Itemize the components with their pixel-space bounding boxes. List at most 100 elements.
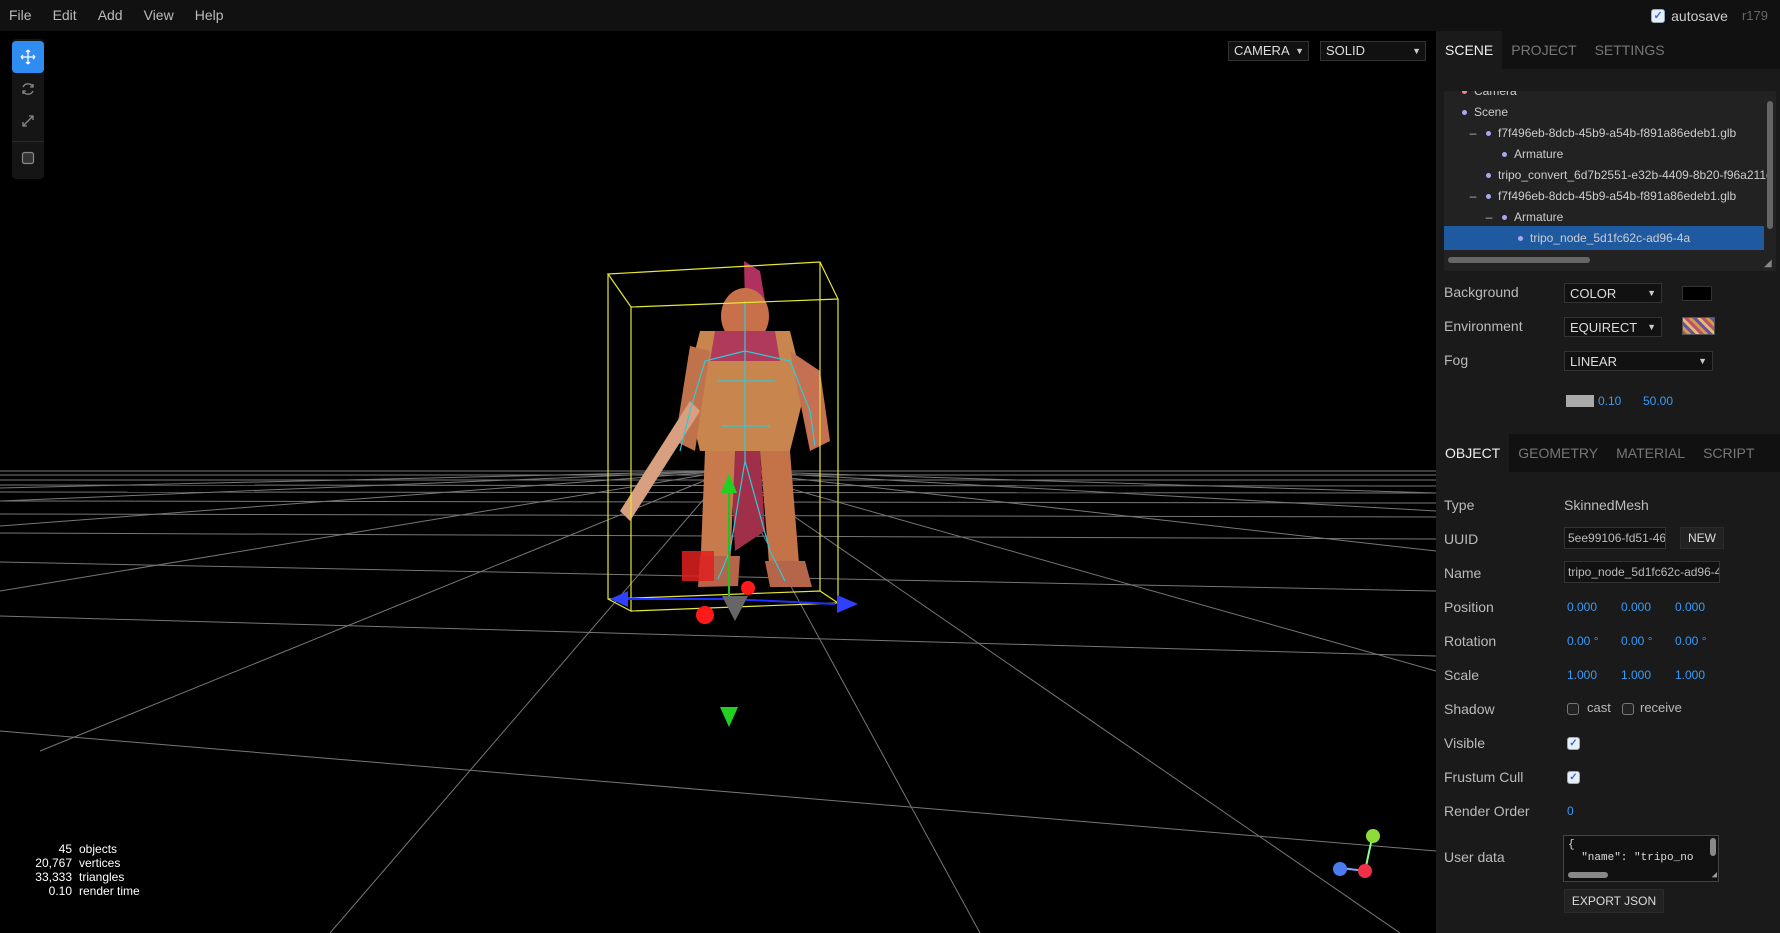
new-uuid-button[interactable]: NEW (1680, 527, 1724, 549)
user-data-text: { "name": "tripo_no (1568, 839, 1694, 864)
outliner-horizontal-scrollbar[interactable] (1448, 257, 1590, 263)
background-label: Background (1444, 284, 1519, 300)
chevron-down-icon: ▼ (1412, 46, 1421, 56)
position-label: Position (1444, 599, 1494, 615)
chevron-down-icon: ▼ (1698, 356, 1707, 366)
cast-shadow-checkbox[interactable] (1567, 703, 1579, 715)
info-objects: 45 objects (58, 842, 118, 856)
checkbox-icon (21, 151, 35, 164)
scale-x-input[interactable]: 1.000 (1567, 668, 1597, 682)
fog-near-input[interactable]: 0.10 (1598, 394, 1621, 408)
environment-map-thumbnail[interactable] (1682, 317, 1715, 335)
menubar: File Edit Add View Help ✓ autosave r179 (0, 0, 1780, 31)
scene-outliner[interactable]: Camera Scene – f7f496eb-8dcb-45b9-a54b-f891… (1444, 91, 1776, 271)
menu-help[interactable]: Help (185, 0, 235, 31)
chevron-down-icon: ▼ (1295, 46, 1304, 56)
rotate-tool[interactable] (12, 73, 44, 105)
translate-tool[interactable] (12, 41, 44, 73)
fog-select[interactable]: LINEAR ▼ (1564, 351, 1713, 371)
view-axis-helper[interactable] (1333, 829, 1380, 878)
sidebar-tabs: SCENE PROJECT SETTINGS (1436, 31, 1780, 69)
camera-select-value: CAMERA (1234, 43, 1290, 58)
uuid-label: UUID (1444, 531, 1479, 547)
render-info: 45 objects 20,767 vertices 33,333 triangles… (30, 842, 139, 898)
object-type-dot-icon (1518, 236, 1523, 241)
type-value: SkinnedMesh (1564, 497, 1649, 513)
tab-object[interactable]: OBJECT (1436, 434, 1510, 472)
scene-canvas[interactable] (0, 31, 1436, 933)
outliner-item-label: tripo_node_5d1fc62c-ad96-4a (1530, 231, 1691, 245)
tab-script[interactable]: SCRIPT (1694, 434, 1763, 472)
local-space-toggle[interactable] (12, 141, 44, 173)
receive-label: receive (1640, 700, 1682, 715)
menu-edit[interactable]: Edit (43, 0, 88, 31)
object-tabs: OBJECT GEOMETRY MATERIAL SCRIPT (1436, 434, 1780, 472)
object-type-dot-icon (1462, 91, 1467, 94)
receive-shadow-checkbox[interactable] (1622, 703, 1634, 715)
background-select[interactable]: COLOR ▼ (1564, 283, 1662, 303)
shadow-label: Shadow (1444, 701, 1495, 717)
scale-label: Scale (1444, 667, 1480, 683)
tab-settings[interactable]: SETTINGS (1586, 31, 1674, 69)
user-data-vertical-scrollbar[interactable] (1710, 838, 1716, 856)
scale-tool[interactable] (12, 105, 44, 137)
camera-select[interactable]: CAMERA ▼ (1228, 41, 1309, 61)
outliner-item[interactable]: tripo_node_5d1fc62c-ad96-4a (1444, 226, 1764, 250)
menu-file[interactable]: File (0, 0, 43, 31)
character-model[interactable] (620, 261, 830, 587)
uuid-field[interactable]: 5ee99106-fd51-465 (1564, 527, 1666, 549)
fog-select-value: LINEAR (1570, 353, 1617, 369)
autosave-checkbox[interactable]: ✓ (1651, 8, 1666, 23)
chevron-down-icon: ▼ (1647, 322, 1656, 332)
background-select-value: COLOR (1570, 285, 1617, 301)
scale-icon (22, 115, 34, 127)
background-color-swatch[interactable] (1682, 286, 1712, 301)
tab-project[interactable]: PROJECT (1502, 31, 1585, 69)
render-order-input[interactable]: 0 (1567, 804, 1574, 818)
name-label: Name (1444, 565, 1482, 581)
frustum-cull-checkbox[interactable]: ✓ (1567, 771, 1580, 784)
shading-select[interactable]: SOLID ▼ (1320, 41, 1426, 61)
fog-far-input[interactable]: 50.00 (1643, 394, 1673, 408)
tab-scene[interactable]: SCENE (1436, 31, 1503, 69)
position-z-input[interactable]: 0.000 (1675, 600, 1705, 614)
visible-label: Visible (1444, 735, 1485, 751)
viewport[interactable]: CAMERA ▼ SOLID ▼ 45 objects 20,767 vertices … (0, 31, 1436, 933)
rotation-z-input[interactable]: 0.00 ° (1675, 634, 1707, 648)
position-x-input[interactable]: 0.000 (1567, 600, 1597, 614)
name-field[interactable]: tripo_node_5d1fc62c-ad96-4 (1564, 561, 1720, 583)
scale-z-input[interactable]: 1.000 (1675, 668, 1705, 682)
fog-label: Fog (1444, 352, 1469, 368)
menubar-right: ✓ autosave r179 (1651, 0, 1768, 31)
environment-select-value: EQUIRECT (1570, 319, 1638, 335)
resize-handle-icon[interactable]: ◢ (1764, 259, 1775, 270)
position-y-input[interactable]: 0.000 (1621, 600, 1651, 614)
menu-view[interactable]: View (134, 0, 185, 31)
type-label: Type (1444, 497, 1475, 513)
rotation-y-input[interactable]: 0.00 ° (1621, 634, 1653, 648)
user-data-textarea[interactable]: { "name": "tripo_no ◢ (1563, 835, 1719, 882)
scale-y-input[interactable]: 1.000 (1621, 668, 1651, 682)
revision-label: r179 (1741, 8, 1768, 23)
resize-handle-icon[interactable]: ◢ (1712, 871, 1717, 880)
environment-select[interactable]: EQUIRECT ▼ (1564, 317, 1662, 337)
environment-label: Environment (1444, 318, 1523, 334)
tab-geometry[interactable]: GEOMETRY (1509, 434, 1607, 472)
object-type-dot-icon (1462, 110, 1467, 115)
user-data-horizontal-scrollbar[interactable] (1568, 872, 1608, 878)
visible-checkbox[interactable]: ✓ (1567, 737, 1580, 750)
object-type-dot-icon (1502, 152, 1507, 157)
shading-select-value: SOLID (1326, 43, 1366, 58)
transform-toolbar (12, 39, 44, 179)
menu-add[interactable]: Add (88, 0, 134, 31)
cast-label: cast (1587, 700, 1611, 715)
object-type-dot-icon (1502, 215, 1507, 220)
object-type-dot-icon (1486, 131, 1491, 136)
tab-material[interactable]: MATERIAL (1607, 434, 1694, 472)
object-type-dot-icon (1486, 194, 1491, 199)
outliner-vertical-scrollbar[interactable] (1767, 101, 1773, 229)
info-vertices: 20,767 vertices (35, 856, 121, 870)
export-json-button[interactable]: EXPORT JSON (1564, 889, 1664, 913)
rotation-x-input[interactable]: 0.00 ° (1567, 634, 1599, 648)
fog-color-swatch[interactable] (1566, 395, 1594, 407)
